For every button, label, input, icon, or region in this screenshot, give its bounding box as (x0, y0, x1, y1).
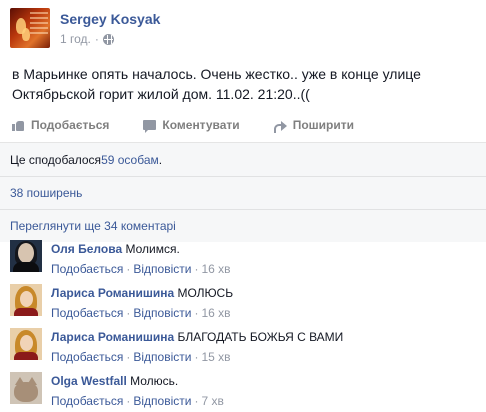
thumbs-up-icon (12, 119, 25, 131)
commenter-avatar[interactable] (10, 328, 42, 360)
comment-like-link[interactable]: Подобається (51, 262, 123, 276)
view-more-comments-link[interactable]: Переглянути ще 34 коментарі (0, 210, 486, 242)
meta-separator: · (94, 32, 99, 46)
comment-text: БЛАГОДАТЬ БОЖЬЯ С ВАМИ (177, 330, 344, 344)
likes-suffix: . (158, 152, 163, 167)
comment-text: МОЛЮСЬ (177, 286, 234, 300)
post-actions: Подобається Коментувати Поширити (12, 118, 388, 133)
comment-bubble-icon (143, 120, 157, 133)
share-button[interactable]: Поширити (273, 118, 354, 133)
globe-icon[interactable] (102, 33, 114, 45)
like-label: Подобається (31, 118, 110, 132)
comment-item: Лариса Романишина БЛАГОДАТЬ БОЖЬЯ С ВАМИ… (10, 328, 476, 365)
comment-label: Коментувати (162, 118, 240, 132)
comment-reply-link[interactable]: Відповісти (133, 394, 191, 408)
commenter-avatar[interactable] (10, 372, 42, 404)
commenter-avatar[interactable] (10, 284, 42, 316)
comment-time[interactable]: 16 хв (201, 306, 230, 320)
share-label: Поширити (292, 118, 354, 132)
comment-time[interactable]: 7 хв (201, 394, 223, 408)
post-text: в Марьинке опять началось. Очень жестко.… (12, 66, 421, 102)
comment-time[interactable]: 16 хв (201, 262, 230, 276)
comment-time[interactable]: 15 хв (201, 350, 230, 364)
author-name[interactable]: Sergey Kosyak (60, 10, 160, 28)
comment-text: Молюсь. (130, 374, 179, 388)
comment-like-link[interactable]: Подобається (51, 394, 123, 408)
likes-prefix: Це сподобалося (10, 152, 102, 167)
likes-summary: Це сподобалося 59 особам. (0, 143, 486, 177)
shares-summary: 38 поширень (0, 177, 486, 210)
commenter-name[interactable]: Olga Westfall (51, 374, 127, 388)
feedback-box: Це сподобалося 59 особам. 38 поширень Пе… (0, 142, 486, 242)
post-meta: 1 год. · (60, 30, 160, 48)
commenter-name[interactable]: Лариса Романишина (51, 286, 174, 300)
likes-count-link[interactable]: 59 особам (101, 152, 159, 168)
like-button[interactable]: Подобається (12, 118, 109, 132)
comment-item: Лариса Романишина МОЛЮСЬ Подобається · Від… (10, 284, 476, 321)
comment-like-link[interactable]: Подобається (51, 306, 123, 320)
post-time[interactable]: 1 год. (60, 30, 91, 48)
comment-text: Молимся. (125, 242, 180, 256)
author-avatar[interactable] (10, 8, 50, 48)
commenter-avatar[interactable] (10, 240, 42, 272)
post-header: Sergey Kosyak 1 год. · (10, 8, 160, 52)
commenter-name[interactable]: Лариса Романишина (51, 330, 174, 344)
shares-count-link[interactable]: 38 поширень (10, 185, 82, 201)
comment-item: Оля Белова Молимся. Подобається · Відповіс… (10, 240, 476, 277)
commenter-name[interactable]: Оля Белова (51, 242, 122, 256)
comment-like-link[interactable]: Подобається (51, 350, 123, 364)
comment-button[interactable]: Коментувати (143, 118, 240, 133)
comment-item: Olga Westfall Молюсь. Подобається · Відпов… (10, 372, 476, 409)
comment-reply-link[interactable]: Відповісти (133, 306, 191, 320)
share-arrow-icon (273, 120, 287, 133)
comment-reply-link[interactable]: Відповісти (133, 262, 191, 276)
comment-reply-link[interactable]: Відповісти (133, 350, 191, 364)
